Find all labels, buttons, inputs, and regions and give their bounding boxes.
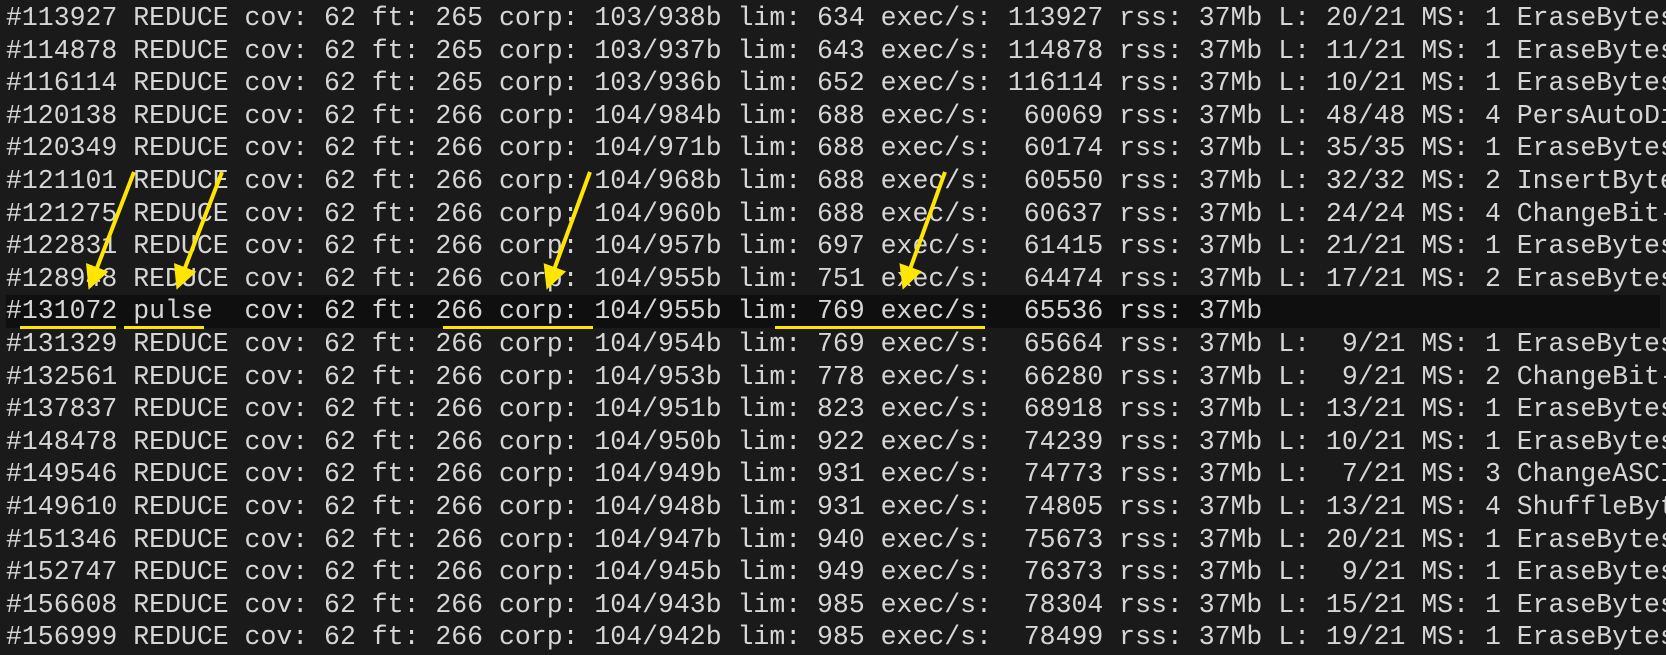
log-row: #116114 REDUCE cov: 62 ft: 265 corp: 103… (6, 67, 1660, 100)
log-row: #121101 REDUCE cov: 62 ft: 266 corp: 104… (6, 165, 1660, 198)
log-row: #151346 REDUCE cov: 62 ft: 266 corp: 104… (6, 524, 1660, 557)
log-row: #122831 REDUCE cov: 62 ft: 266 corp: 104… (6, 230, 1660, 263)
log-row: #137837 REDUCE cov: 62 ft: 266 corp: 104… (6, 393, 1660, 426)
log-row: #128948 REDUCE cov: 62 ft: 266 corp: 104… (6, 263, 1660, 296)
log-row: #120138 REDUCE cov: 62 ft: 266 corp: 104… (6, 100, 1660, 133)
log-row: #156999 REDUCE cov: 62 ft: 266 corp: 104… (6, 621, 1660, 654)
log-row: #156608 REDUCE cov: 62 ft: 266 corp: 104… (6, 589, 1660, 622)
log-row: #114878 REDUCE cov: 62 ft: 265 corp: 103… (6, 35, 1660, 68)
log-row: #152747 REDUCE cov: 62 ft: 266 corp: 104… (6, 556, 1660, 589)
log-row: #149546 REDUCE cov: 62 ft: 266 corp: 104… (6, 458, 1660, 491)
log-row: #120349 REDUCE cov: 62 ft: 266 corp: 104… (6, 132, 1660, 165)
log-row: #113927 REDUCE cov: 62 ft: 265 corp: 103… (6, 2, 1660, 35)
log-row: #131329 REDUCE cov: 62 ft: 266 corp: 104… (6, 328, 1660, 361)
log-row: #121275 REDUCE cov: 62 ft: 266 corp: 104… (6, 198, 1660, 231)
log-row: #132561 REDUCE cov: 62 ft: 266 corp: 104… (6, 361, 1660, 394)
log-row-pulse: #131072 pulse cov: 62 ft: 266 corp: 104/… (6, 295, 1660, 328)
log-row: #148478 REDUCE cov: 62 ft: 266 corp: 104… (6, 426, 1660, 459)
log-row: #149610 REDUCE cov: 62 ft: 266 corp: 104… (6, 491, 1660, 524)
terminal-output: #113927 REDUCE cov: 62 ft: 265 corp: 103… (0, 0, 1666, 655)
